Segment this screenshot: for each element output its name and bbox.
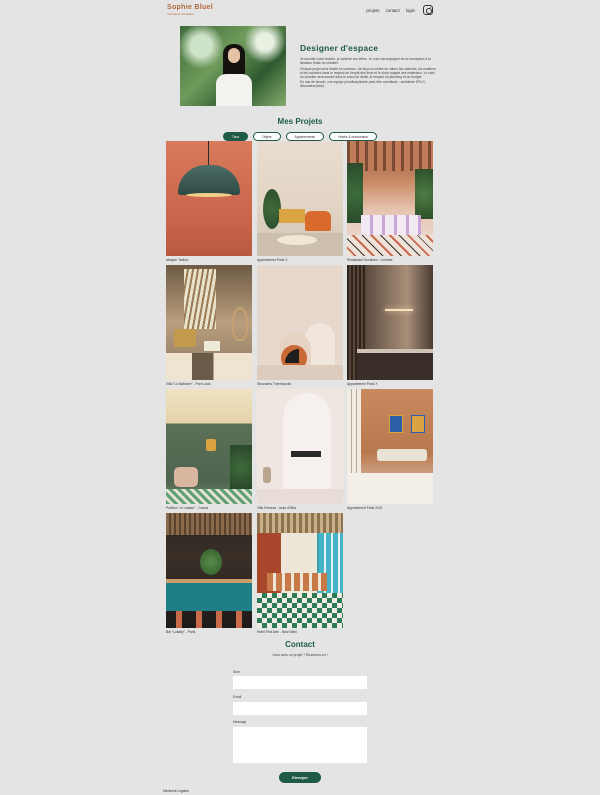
project-image — [257, 265, 343, 380]
project-caption: Villa "La Balisiere" - Port Louis — [166, 381, 211, 386]
project-caption: Appartement Paris V — [257, 257, 288, 262]
legal-notice-link[interactable]: Mentions Légales — [163, 789, 189, 793]
project-caption: Restaurant Sushisen - Londres — [347, 257, 393, 262]
project-filters: Tous Objets Appartements Hotels & restau… — [0, 132, 600, 141]
instagram-icon[interactable] — [423, 5, 433, 15]
project-card[interactable]: Restaurant Sushisen - Londres — [347, 141, 433, 262]
filter-hotels-restaurants[interactable]: Hotels & restaurants — [329, 132, 377, 141]
project-card[interactable]: Bar "Lullaby" - Paris — [166, 513, 252, 634]
project-image — [257, 141, 343, 256]
intro-text: Je raconte votre histoire, je valorise v… — [300, 57, 436, 90]
brand-logo[interactable]: Sophie Bluel Architecte d'intérieur — [167, 4, 213, 16]
name-label: Nom — [233, 670, 240, 674]
email-field[interactable] — [233, 702, 367, 715]
project-caption: Structures Thermopolis — [257, 381, 292, 386]
project-image — [257, 389, 343, 504]
nav-contact[interactable]: contact — [386, 8, 400, 13]
project-caption: Abajour Tahina — [166, 257, 188, 262]
project-caption: Bar "Lullaby" - Paris — [166, 629, 196, 634]
project-caption: Appartement Paris XVIII — [347, 505, 383, 510]
message-field[interactable] — [233, 727, 367, 763]
site-header: Sophie Bluel Architecte d'intérieur proj… — [167, 4, 433, 20]
project-card[interactable]: Abajour Tahina — [166, 141, 252, 262]
project-card[interactable]: Appartement Paris X — [347, 265, 433, 386]
brand-name: Sophie Bluel — [167, 4, 213, 11]
nav-projets[interactable]: projets — [366, 8, 379, 13]
project-card[interactable]: Villa Ferneze - Isola d'Elba — [257, 389, 343, 510]
project-card[interactable]: Structures Thermopolis — [257, 265, 343, 386]
project-image — [347, 265, 433, 380]
project-card[interactable]: Appartement Paris XVIII — [347, 389, 433, 510]
main-nav: projets contact login — [366, 5, 433, 15]
architect-portrait — [180, 26, 286, 106]
send-button[interactable]: Envoyer — [279, 772, 321, 783]
intro-title: Designer d'espace — [300, 43, 379, 53]
project-image — [166, 265, 252, 380]
filter-all[interactable]: Tous — [223, 132, 249, 141]
intro-paragraph: Chaque projet sera étudié en commun, de … — [300, 66, 436, 79]
name-field[interactable] — [233, 676, 367, 689]
project-card[interactable]: Villa "La Balisiere" - Port Louis — [166, 265, 252, 386]
message-label: Message — [233, 720, 247, 724]
project-card[interactable]: Appartement Paris V — [257, 141, 343, 262]
project-image — [347, 141, 433, 256]
nav-login[interactable]: login — [406, 8, 415, 13]
project-card[interactable]: Hotel First Arte - New Delhi — [257, 513, 343, 634]
filter-apartments[interactable]: Appartements — [285, 132, 325, 141]
project-caption: Pavillon "Le coteau" - Cassis — [166, 505, 209, 510]
project-card[interactable]: Pavillon "Le coteau" - Cassis — [166, 389, 252, 510]
filter-objects[interactable]: Objets — [253, 132, 281, 141]
project-image — [166, 389, 252, 504]
brand-subtitle: Architecte d'intérieur — [167, 11, 195, 16]
project-image — [166, 513, 252, 628]
project-image — [347, 389, 433, 504]
project-image — [257, 513, 343, 628]
email-label: Email — [233, 695, 242, 699]
contact-subtitle: Vous avez un projet ? Discutons-en ! — [272, 653, 328, 657]
project-caption: Hotel First Arte - New Delhi — [257, 629, 297, 634]
project-caption: Appartement Paris X — [347, 381, 378, 386]
intro-paragraph: En cas de besoin, une équipe pluridiscip… — [300, 80, 426, 89]
projects-title: Mes Projets — [277, 117, 323, 126]
contact-title: Contact — [285, 640, 315, 649]
intro-paragraph: Je raconte votre histoire, je valorise v… — [300, 57, 431, 65]
page: Sophie Bluel Architecte d'intérieur proj… — [0, 0, 600, 795]
project-image — [166, 141, 252, 256]
project-caption: Villa Ferneze - Isola d'Elba — [257, 505, 297, 510]
